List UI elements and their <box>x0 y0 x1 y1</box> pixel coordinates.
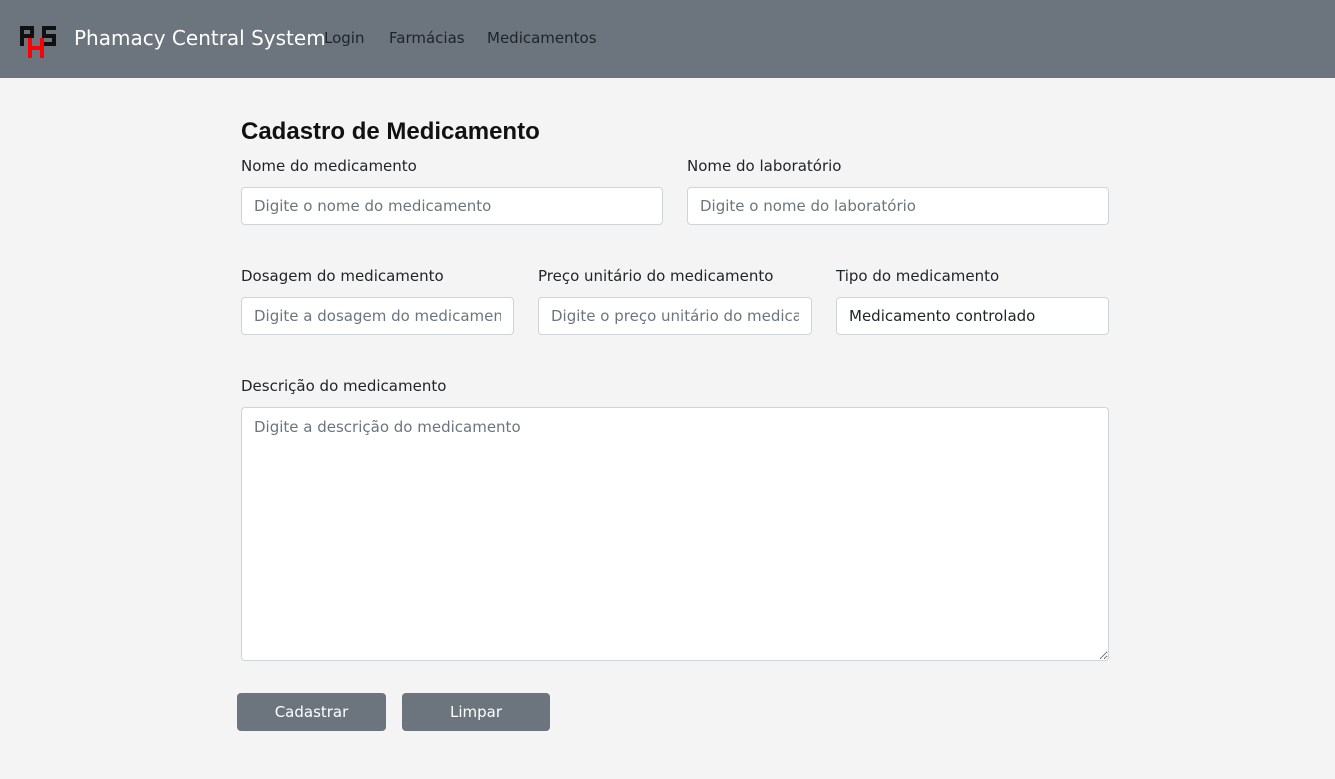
tipo-select[interactable] <box>836 297 1109 335</box>
nav-link-login[interactable]: Login <box>324 29 364 47</box>
cadastrar-button[interactable]: Cadastrar <box>237 693 386 731</box>
nav-link-medicamentos[interactable]: Medicamentos <box>487 29 597 47</box>
tipo-label: Tipo do medicamento <box>836 267 1000 285</box>
nome-input[interactable] <box>241 187 663 225</box>
preco-label: Preço unitário do medicamento <box>538 267 774 285</box>
laboratorio-input[interactable] <box>687 187 1109 225</box>
nome-label: Nome do medicamento <box>241 157 417 175</box>
preco-input[interactable] <box>538 297 812 335</box>
navbar: Phamacy Central System Login Farmácias M… <box>0 0 1335 78</box>
limpar-button[interactable]: Limpar <box>402 693 550 731</box>
phs-logo-icon[interactable] <box>20 24 56 58</box>
descricao-textarea[interactable] <box>241 407 1109 661</box>
nav-link-farmacias[interactable]: Farmácias <box>389 29 465 47</box>
dosagem-label: Dosagem do medicamento <box>241 267 444 285</box>
brand-title[interactable]: Phamacy Central System <box>74 26 326 50</box>
descricao-label: Descrição do medicamento <box>241 377 447 395</box>
laboratorio-label: Nome do laboratório <box>687 157 842 175</box>
dosagem-input[interactable] <box>241 297 514 335</box>
page-title: Cadastro de Medicamento <box>241 118 540 145</box>
